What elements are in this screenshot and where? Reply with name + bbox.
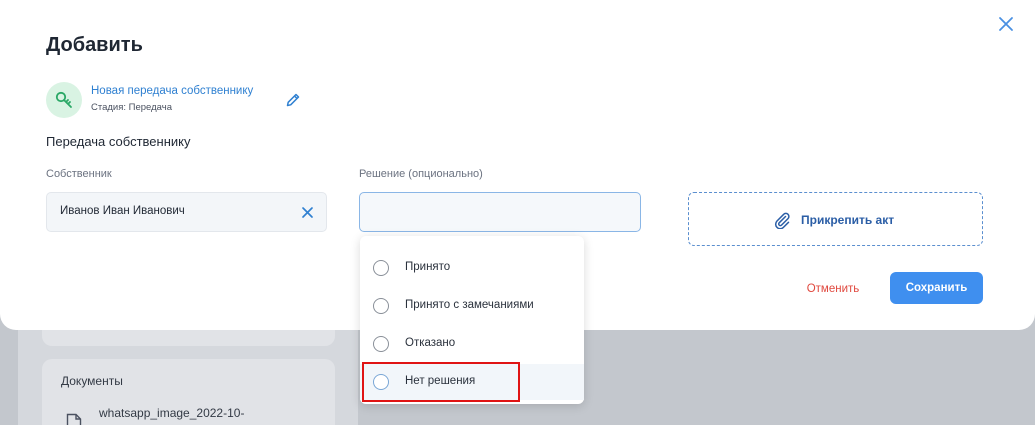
paperclip-icon [774, 212, 790, 229]
attach-act-button[interactable]: Прикрепить акт [688, 192, 983, 246]
file-icon [66, 413, 82, 425]
section-title: Передача собственнику [46, 134, 191, 149]
radio-icon [373, 260, 389, 276]
owner-label: Собственник [46, 168, 112, 180]
save-button[interactable]: Сохранить [890, 272, 983, 304]
clear-icon[interactable] [301, 206, 314, 219]
option-accepted-with-remarks[interactable]: Принято с замечаниями [360, 288, 584, 324]
option-accepted[interactable]: Принято [360, 250, 584, 286]
documents-title: Документы [61, 374, 123, 388]
stage-name-link[interactable]: Новая передача собственнику [91, 85, 253, 97]
decision-dropdown: Принято Принято с замечаниями Отказано Н… [360, 236, 584, 404]
option-label: Принято [405, 261, 451, 273]
modal-title: Добавить [46, 34, 143, 56]
attach-act-label: Прикрепить акт [801, 213, 895, 227]
option-label: Отказано [405, 337, 456, 349]
decision-label: Решение (опционально) [359, 168, 483, 180]
close-icon[interactable] [996, 14, 1016, 34]
radio-icon [373, 336, 389, 352]
radio-icon [373, 298, 389, 314]
option-rejected[interactable]: Отказано [360, 326, 584, 362]
owner-value: Иванов Иван Иванович [60, 205, 185, 217]
radio-icon [373, 374, 389, 390]
stage-avatar [46, 82, 82, 118]
cancel-button[interactable]: Отменить [791, 276, 875, 302]
pencil-icon[interactable] [285, 92, 301, 108]
owner-field[interactable]: Иванов Иван Иванович [46, 192, 327, 232]
file-name[interactable]: whatsapp_image_2022-10- [99, 406, 244, 420]
option-no-decision[interactable]: Нет решения [360, 364, 584, 400]
stage-subtitle: Стадия: Передача [91, 102, 172, 113]
option-label: Принято с замечаниями [405, 299, 534, 311]
key-icon [55, 91, 72, 108]
decision-select[interactable] [359, 192, 641, 232]
option-label: Нет решения [405, 375, 476, 387]
